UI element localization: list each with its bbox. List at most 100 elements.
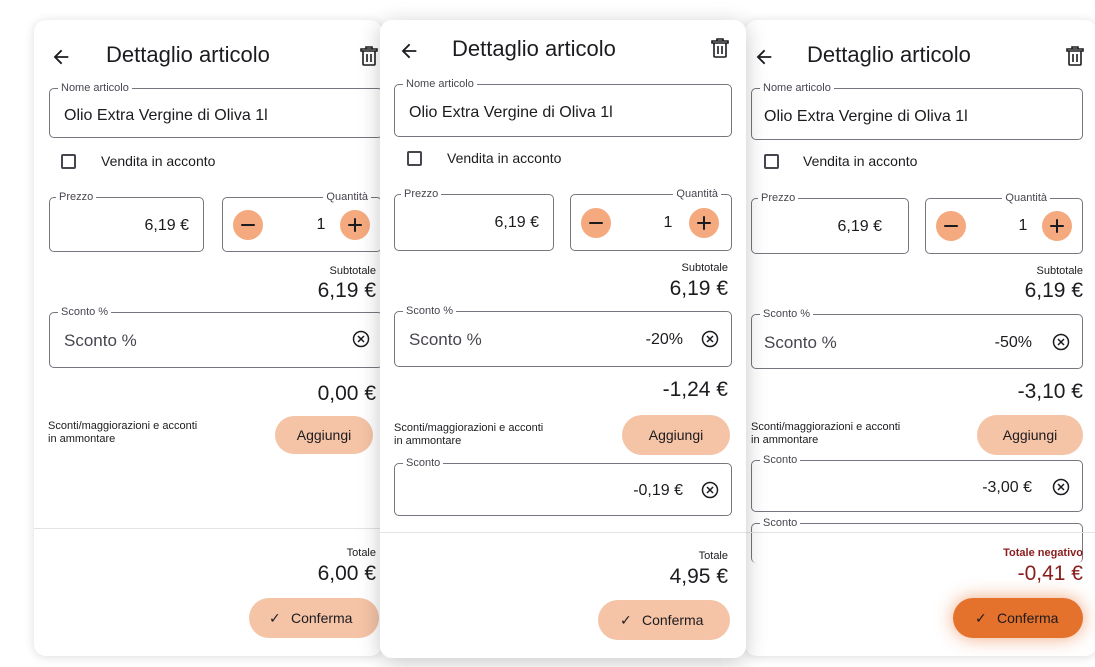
item-detail-panel-2: Dettaglio articolo Nome articolo Olio Ex… [380, 20, 746, 658]
discount-percent-field[interactable]: Sconto % Sconto % [49, 305, 382, 368]
quantity-stepper: Quantità 1 [222, 190, 382, 252]
total-value: 4,95 € [669, 565, 728, 588]
discount-percent-placeholder: Sconto % [764, 333, 837, 352]
subtotal-label: Subtotale [329, 265, 376, 277]
increase-quantity-button[interactable] [1042, 211, 1072, 241]
down-payment-checkbox[interactable] [764, 154, 779, 169]
item-detail-panel-1: Dettaglio articolo Nome articolo Olio Ex… [34, 20, 382, 656]
price-label: Prezzo [401, 187, 442, 201]
trash-icon[interactable] [711, 38, 729, 58]
adjustments-description: Sconti/maggiorazioni e acconti in ammont… [751, 421, 901, 446]
add-adjustment-button[interactable]: Aggiungi [977, 415, 1083, 455]
price-value: 6,19 € [494, 214, 539, 231]
discount-percent-label: Sconto % [403, 304, 457, 318]
add-adjustment-button[interactable]: Aggiungi [622, 415, 730, 455]
confirm-label: Conferma [642, 612, 704, 628]
adjustments-description: Sconti/maggiorazioni e acconti in ammont… [48, 420, 198, 445]
plus-icon-v [354, 218, 356, 232]
discount-line-value: -3,00 € [982, 479, 1032, 496]
arrow-left-icon[interactable] [398, 40, 420, 67]
trash-icon[interactable] [360, 46, 378, 66]
subtotal-value: 6,19 € [317, 279, 376, 302]
discount-percent-placeholder: Sconto % [64, 331, 137, 350]
quantity-label: Quantità [673, 187, 721, 201]
check-icon: ✓ [269, 610, 281, 626]
item-name-field[interactable]: Nome articolo Olio Extra Vergine di Oliv… [751, 81, 1083, 140]
plus-icon-v [703, 216, 705, 230]
clear-icon[interactable] [701, 481, 719, 499]
confirm-button[interactable]: ✓ Conferma [598, 600, 730, 640]
add-adjustment-label: Aggiungi [296, 427, 352, 443]
negative-total-label: Totale negativo [1003, 547, 1083, 559]
discount-line-field[interactable]: Sconto -3,00 € [751, 453, 1083, 512]
increase-quantity-button[interactable] [689, 208, 719, 238]
clear-icon[interactable] [1052, 478, 1070, 496]
item-name-field[interactable]: Nome articolo Olio Extra Vergine di Oliv… [49, 81, 382, 138]
discount-percent-placeholder: Sconto % [409, 330, 482, 349]
clear-icon[interactable] [701, 330, 719, 348]
price-value: 6,19 € [144, 217, 189, 234]
down-payment-label: Vendita in acconto [101, 153, 216, 169]
discount-amount: 0,00 € [317, 382, 376, 405]
discount-percent-value: -50% [994, 334, 1032, 351]
quantity-value: 1 [316, 216, 326, 233]
price-label: Prezzo [56, 190, 97, 204]
decrease-quantity-button[interactable] [936, 211, 966, 241]
discount-amount: -1,24 € [662, 378, 728, 401]
page-title: Dettaglio articolo [807, 42, 971, 67]
discount-line-label: Sconto [403, 456, 444, 470]
discount-percent-field[interactable]: Sconto % Sconto % -50% [751, 307, 1083, 369]
price-field[interactable]: Prezzo 6,19 € [751, 191, 909, 254]
plus-icon-v [1056, 219, 1058, 233]
discount-amount: -3,10 € [1017, 380, 1083, 403]
clear-icon[interactable] [1052, 333, 1070, 351]
adjustments-description: Sconti/maggiorazioni e acconti in ammont… [394, 422, 544, 447]
quantity-stepper: Quantità 1 [570, 187, 732, 251]
price-field[interactable]: Prezzo 6,19 € [49, 190, 204, 252]
confirm-label: Conferma [997, 610, 1059, 626]
add-adjustment-label: Aggiungi [1002, 427, 1058, 443]
down-payment-label: Vendita in acconto [447, 150, 562, 166]
quantity-label: Quantità [323, 190, 371, 204]
decrease-quantity-button[interactable] [233, 210, 263, 240]
subtotal-value: 6,19 € [1024, 279, 1083, 302]
item-name-label: Nome articolo [403, 77, 477, 91]
price-field[interactable]: Prezzo 6,19 € [394, 187, 554, 251]
item-name-label: Nome articolo [58, 81, 132, 95]
total-label: Totale [346, 547, 376, 559]
discount-percent-value: -20% [645, 331, 683, 348]
item-name-field[interactable]: Nome articolo Olio Extra Vergine di Oliv… [394, 77, 732, 137]
down-payment-checkbox[interactable] [407, 151, 422, 166]
down-payment-checkbox[interactable] [61, 154, 76, 169]
price-value: 6,19 € [837, 218, 882, 235]
discount-line-field[interactable]: Sconto -0,19 € [394, 456, 732, 516]
decrease-quantity-button[interactable] [581, 208, 611, 238]
add-adjustment-button[interactable]: Aggiungi [275, 416, 373, 454]
item-name-value: Olio Extra Vergine di Oliva 1l [764, 108, 968, 125]
quantity-value: 1 [1018, 217, 1028, 234]
item-name-label: Nome articolo [760, 81, 834, 95]
arrow-left-icon[interactable] [753, 46, 775, 73]
minus-icon [589, 222, 603, 224]
arrow-left-icon[interactable] [50, 46, 72, 73]
divider [34, 528, 382, 529]
minus-icon [944, 225, 958, 227]
confirm-button[interactable]: ✓ Conferma [249, 598, 379, 638]
trash-icon[interactable] [1066, 46, 1084, 66]
subtotal-value: 6,19 € [669, 277, 728, 300]
add-adjustment-label: Aggiungi [648, 427, 704, 443]
clear-icon[interactable] [352, 330, 370, 348]
item-detail-panel-3: Dettaglio articolo Nome articolo Olio Ex… [745, 20, 1095, 656]
check-icon: ✓ [975, 610, 987, 626]
discount-percent-field[interactable]: Sconto % Sconto % -20% [394, 304, 732, 367]
discount-line-label-2: Sconto [760, 516, 801, 530]
subtotal-label: Subtotale [1036, 265, 1083, 277]
confirm-button[interactable]: ✓ Conferma [953, 598, 1083, 638]
total-label: Totale [698, 550, 728, 562]
increase-quantity-button[interactable] [340, 210, 370, 240]
item-name-value: Olio Extra Vergine di Oliva 1l [64, 107, 268, 124]
down-payment-label: Vendita in acconto [803, 153, 918, 169]
discount-percent-label: Sconto % [760, 307, 814, 321]
quantity-label: Quantità [1002, 191, 1050, 205]
discount-line-label: Sconto [760, 453, 801, 467]
